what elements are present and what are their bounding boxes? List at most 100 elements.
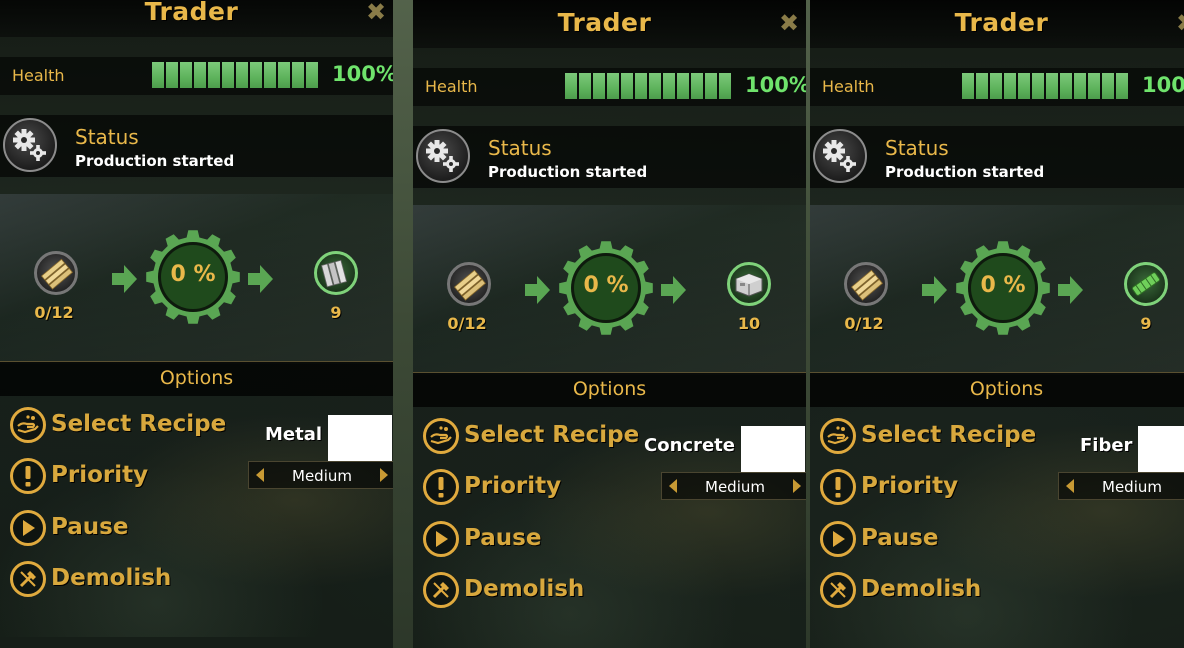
priority-value: Medium [292, 467, 352, 485]
health-value: 100% [1142, 73, 1184, 97]
status-text: Production started [488, 163, 648, 181]
priority-label: Priority [51, 462, 149, 488]
progress-percent: 0 % [170, 262, 216, 287]
hand-coins-icon [10, 407, 46, 443]
select-recipe-button[interactable]: Select Recipe [51, 411, 226, 437]
recipe-name: Concrete [644, 435, 735, 456]
demolish-gear-icon [820, 572, 856, 608]
recipe-icon-slot[interactable] [328, 415, 392, 461]
options-label: Options [572, 378, 647, 400]
pause-button[interactable]: Pause [51, 514, 128, 540]
health-segment [621, 73, 633, 99]
progress-gear: 0 % [955, 240, 1051, 336]
health-segment [250, 62, 262, 88]
health-segment [1074, 73, 1086, 99]
health-segment [565, 73, 577, 99]
health-segment [719, 73, 731, 99]
options-header: Options [810, 372, 1184, 407]
input-count: 0/12 [447, 314, 487, 333]
demolish-button[interactable]: Demolish [464, 576, 584, 602]
health-segment [264, 62, 276, 88]
close-icon[interactable]: ✖ [365, 0, 387, 24]
exclamation-icon [423, 469, 459, 505]
pause-button[interactable]: Pause [464, 525, 541, 551]
status-row: Status Production started [810, 126, 1184, 188]
exclamation-icon [820, 469, 856, 505]
health-segment [962, 73, 974, 99]
pause-row: Pause [10, 510, 230, 550]
recipe-name: Metal [265, 424, 323, 445]
health-segment [663, 73, 675, 99]
recipe-icon-slot[interactable] [1138, 426, 1184, 472]
concrete-block-icon[interactable] [727, 262, 771, 306]
wood-planks-icon[interactable] [447, 262, 491, 306]
options-header: Options [0, 361, 393, 396]
output-count: 9 [330, 303, 342, 322]
health-segment [1018, 73, 1030, 99]
demolish-button[interactable]: Demolish [51, 565, 171, 591]
close-icon[interactable]: ✖ [1175, 11, 1184, 35]
health-row: Health 100% [0, 57, 393, 95]
hand-coins-icon [820, 418, 856, 454]
panel-title: Trader [954, 8, 1049, 37]
status-row: Status Production started [0, 115, 393, 177]
health-segment [593, 73, 605, 99]
select-recipe-row: Select Recipe Metal [10, 407, 393, 461]
close-icon[interactable]: ✖ [778, 11, 800, 35]
panel-title: Trader [144, 0, 239, 26]
health-segment [677, 73, 689, 99]
priority-row: Priority Medium [820, 469, 1184, 509]
status-title: Status [885, 136, 949, 160]
game-scene: Trader ✖ Health 100% Status Production s… [0, 0, 1184, 648]
scene-gap-left [393, 0, 413, 648]
arrow-right-icon [661, 276, 686, 304]
health-segment [222, 62, 234, 88]
health-segment [194, 62, 206, 88]
arrow-right-icon [922, 276, 947, 304]
select-recipe-row: Select Recipe Concrete [423, 418, 806, 472]
options-label: Options [159, 367, 234, 389]
demolish-row: Demolish [423, 572, 643, 612]
health-segment [579, 73, 591, 99]
priority-row: Priority Medium [10, 458, 393, 498]
health-segment [691, 73, 703, 99]
pause-button[interactable]: Pause [861, 525, 938, 551]
wood-planks-icon[interactable] [34, 251, 78, 295]
fiber-bundle-icon[interactable] [1124, 262, 1168, 306]
health-segment [976, 73, 988, 99]
health-segment [635, 73, 647, 99]
trader-panel: Trader ✖ Health 100% [0, 0, 393, 648]
health-value: 100% [745, 73, 806, 97]
exclamation-icon [10, 458, 46, 494]
gears-icon [416, 129, 470, 183]
arrow-right-icon [112, 265, 137, 293]
select-recipe-button[interactable]: Select Recipe [464, 422, 639, 448]
hand-coins-icon [423, 418, 459, 454]
health-segment [990, 73, 1002, 99]
recipe-name: Fiber [1080, 435, 1133, 456]
status-text: Production started [75, 152, 235, 170]
options-header: Options [413, 372, 806, 407]
trader-panel: Trader ✖ Health 100% [413, 0, 806, 648]
arrow-right-icon [248, 265, 273, 293]
health-segment [1032, 73, 1044, 99]
recipe-icon-slot[interactable] [741, 426, 805, 472]
status-title: Status [75, 125, 139, 149]
health-segment [292, 62, 304, 88]
metal-sheets-icon[interactable] [314, 251, 358, 295]
chevron-right-icon[interactable] [792, 479, 802, 493]
select-recipe-button[interactable]: Select Recipe [861, 422, 1036, 448]
priority-label: Priority [861, 473, 959, 499]
priority-value: Medium [705, 478, 765, 496]
wood-planks-icon[interactable] [844, 262, 888, 306]
health-segment [1004, 73, 1016, 99]
demolish-row: Demolish [820, 572, 1040, 612]
panel-title: Trader [557, 8, 652, 37]
health-row: Health 100% [810, 68, 1184, 106]
health-segment [180, 62, 192, 88]
demolish-button[interactable]: Demolish [861, 576, 981, 602]
health-label: Health [12, 66, 65, 85]
play-pause-icon [423, 521, 459, 557]
arrow-right-icon [1058, 276, 1083, 304]
chevron-right-icon[interactable] [379, 468, 389, 482]
